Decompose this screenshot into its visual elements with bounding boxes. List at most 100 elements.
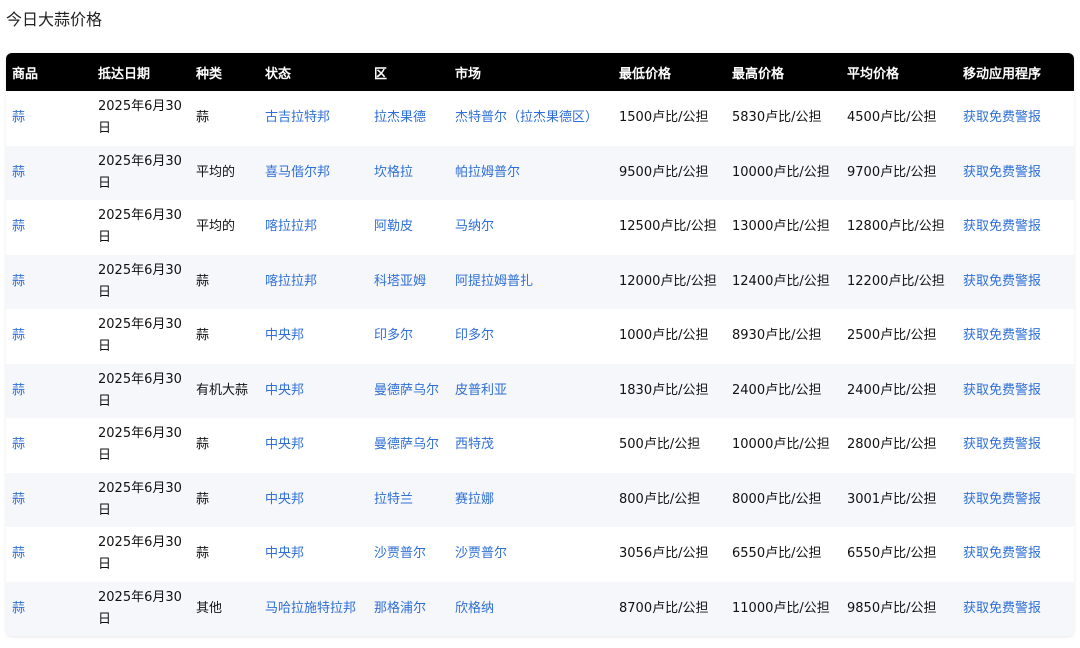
cell-min-price: 1500卢比/公担 [619, 110, 709, 126]
cell-get-free-alerts-link[interactable]: 获取免费警报 [957, 91, 1074, 146]
cell-district[interactable]: 拉杰果德 [368, 91, 449, 146]
cell-arrival-date: 2025年6月30日 [98, 371, 182, 409]
cell-district[interactable]: 曼德萨乌尔 [368, 418, 449, 473]
header-arrival-date: 抵达日期 [98, 66, 151, 82]
cell-min-price: 1000卢比/公担 [619, 328, 709, 344]
cell-avg-price: 12200卢比/公担 [847, 273, 945, 289]
cell-min-price: 12000卢比/公担 [619, 273, 717, 289]
cell-commodity[interactable]: 蒜 [6, 473, 92, 528]
cell-district[interactable]: 科塔亚姆 [368, 255, 449, 310]
cell-variety: 平均的 [196, 219, 236, 235]
cell-avg-price: 2800卢比/公担 [847, 437, 937, 453]
cell-variety: 有机大蒜 [196, 382, 249, 398]
cell-get-free-alerts-link[interactable]: 获取免费警报 [957, 146, 1074, 201]
cell-max-price: 12400卢比/公担 [732, 273, 830, 289]
cell-get-free-alerts-link[interactable]: 获取免费警报 [957, 255, 1074, 310]
table-row: 蒜 2025年6月30日蒜古吉拉特邦 拉杰果德 杰特普尔（拉杰果德区） 1500卢比/公… [6, 91, 1074, 146]
cell-avg-price: 6550卢比/公担 [847, 546, 937, 562]
cell-get-free-alerts-link[interactable]: 获取免费警报 [957, 200, 1074, 255]
cell-state[interactable]: 中央邦 [259, 418, 368, 473]
cell-state[interactable]: 中央邦 [259, 527, 368, 582]
header-max-price: 最高价格 [732, 66, 785, 82]
cell-state[interactable]: 中央邦 [259, 309, 368, 364]
cell-district[interactable]: 印多尔 [368, 309, 449, 364]
header-market: 市场 [455, 66, 482, 82]
cell-get-free-alerts-link[interactable]: 获取免费警报 [957, 582, 1074, 637]
cell-max-price: 10000卢比/公担 [732, 164, 830, 180]
cell-variety: 平均的 [196, 164, 236, 180]
cell-commodity[interactable]: 蒜 [6, 255, 92, 310]
cell-market[interactable]: 皮普利亚 [449, 364, 613, 419]
cell-market[interactable]: 杰特普尔（拉杰果德区） [449, 91, 613, 146]
cell-state[interactable]: 中央邦 [259, 364, 368, 419]
cell-district[interactable]: 坎格拉 [368, 146, 449, 201]
cell-get-free-alerts-link[interactable]: 获取免费警报 [957, 473, 1074, 528]
table-row: 蒜 2025年6月30日蒜中央邦 沙贾普尔 沙贾普尔 3056卢比/公担 6550卢比/公… [6, 527, 1074, 582]
cell-market[interactable]: 西特茂 [449, 418, 613, 473]
cell-arrival-date: 2025年6月30日 [98, 535, 182, 573]
cell-avg-price: 12800卢比/公担 [847, 219, 945, 235]
cell-commodity[interactable]: 蒜 [6, 146, 92, 201]
cell-get-free-alerts-link[interactable]: 获取免费警报 [957, 364, 1074, 419]
cell-district[interactable]: 沙贾普尔 [368, 527, 449, 582]
table-row: 蒜 2025年6月30日 有机大蒜 中央邦 曼德萨乌尔 皮普利亚 1830卢比/公担 2400… [6, 363, 1074, 419]
cell-market[interactable]: 阿提拉姆普扎 [449, 255, 613, 310]
cell-max-price: 8000卢比/公担 [732, 491, 822, 507]
cell-arrival-date: 2025年6月30日 [98, 262, 182, 300]
cell-variety: 其他 [196, 600, 223, 616]
cell-commodity[interactable]: 蒜 [6, 418, 92, 473]
cell-min-price: 800卢比/公担 [619, 491, 701, 507]
cell-market[interactable]: 马纳尔 [449, 200, 613, 255]
cell-commodity[interactable]: 蒜 [6, 582, 92, 637]
cell-min-price: 3056卢比/公担 [619, 546, 709, 562]
table-row: 蒜 2025年6月30日 平均的 喜马偕尔邦 坎格拉 帕拉姆普尔 9500卢比/公担 1000… [6, 145, 1074, 201]
cell-avg-price: 3001卢比/公担 [847, 491, 937, 507]
cell-variety: 蒜 [196, 328, 210, 344]
cell-district[interactable]: 拉特兰 [368, 473, 449, 528]
cell-max-price: 13000卢比/公担 [732, 219, 830, 235]
cell-district[interactable]: 那格浦尔 [368, 582, 449, 637]
cell-get-free-alerts-link[interactable]: 获取免费警报 [957, 309, 1074, 364]
cell-arrival-date: 2025年6月30日 [98, 153, 182, 191]
cell-state[interactable]: 马哈拉施特拉邦 [259, 582, 368, 637]
cell-get-free-alerts-link[interactable]: 获取免费警报 [957, 418, 1074, 473]
cell-get-free-alerts-link[interactable]: 获取免费警报 [957, 527, 1074, 582]
cell-commodity[interactable]: 蒜 [6, 309, 92, 364]
cell-arrival-date: 2025年6月30日 [98, 208, 182, 246]
cell-state[interactable]: 中央邦 [259, 473, 368, 528]
cell-district[interactable]: 曼德萨乌尔 [368, 364, 449, 419]
page-title: 今日大蒜价格 [6, 10, 103, 29]
header-commodity: 商品 [12, 66, 39, 82]
cell-state[interactable]: 古吉拉特邦 [259, 91, 368, 146]
cell-market[interactable]: 印多尔 [449, 309, 613, 364]
cell-market[interactable]: 沙贾普尔 [449, 527, 613, 582]
cell-state[interactable]: 喜马偕尔邦 [259, 146, 368, 201]
cell-max-price: 8930卢比/公担 [732, 328, 822, 344]
price-table: 商品 抵达日期 种类 状态 区 市场 最低价格 最高价格 平均价格 移动应用程序… [6, 53, 1074, 636]
cell-commodity[interactable]: 蒜 [6, 91, 92, 146]
cell-commodity[interactable]: 蒜 [6, 200, 92, 255]
header-variety: 种类 [196, 66, 223, 82]
cell-min-price: 1830卢比/公担 [619, 382, 709, 398]
cell-commodity[interactable]: 蒜 [6, 364, 92, 419]
cell-market[interactable]: 帕拉姆普尔 [449, 146, 613, 201]
cell-variety: 蒜 [196, 491, 210, 507]
cell-market[interactable]: 赛拉娜 [449, 473, 613, 528]
cell-state[interactable]: 喀拉拉邦 [259, 255, 368, 310]
cell-arrival-date: 2025年6月30日 [98, 480, 182, 518]
cell-state[interactable]: 喀拉拉邦 [259, 200, 368, 255]
price-table-container: 商品 抵达日期 种类 状态 区 市场 最低价格 最高价格 平均价格 移动应用程序… [6, 53, 1074, 636]
cell-avg-price: 2400卢比/公担 [847, 382, 937, 398]
cell-avg-price: 9700卢比/公担 [847, 164, 937, 180]
cell-avg-price: 4500卢比/公担 [847, 110, 937, 126]
cell-commodity[interactable]: 蒜 [6, 527, 92, 582]
cell-variety: 蒜 [196, 546, 210, 562]
table-row: 蒜 2025年6月30日蒜中央邦 曼德萨乌尔 西特茂 500卢比/公担 10000卢比/公… [6, 418, 1074, 473]
cell-market[interactable]: 欣格纳 [449, 582, 613, 637]
header-min-price: 最低价格 [619, 66, 672, 82]
cell-variety: 蒜 [196, 273, 210, 289]
cell-arrival-date: 2025年6月30日 [98, 426, 182, 464]
cell-variety: 蒜 [196, 110, 210, 126]
cell-district[interactable]: 阿勒皮 [368, 200, 449, 255]
cell-max-price: 6550卢比/公担 [732, 546, 822, 562]
